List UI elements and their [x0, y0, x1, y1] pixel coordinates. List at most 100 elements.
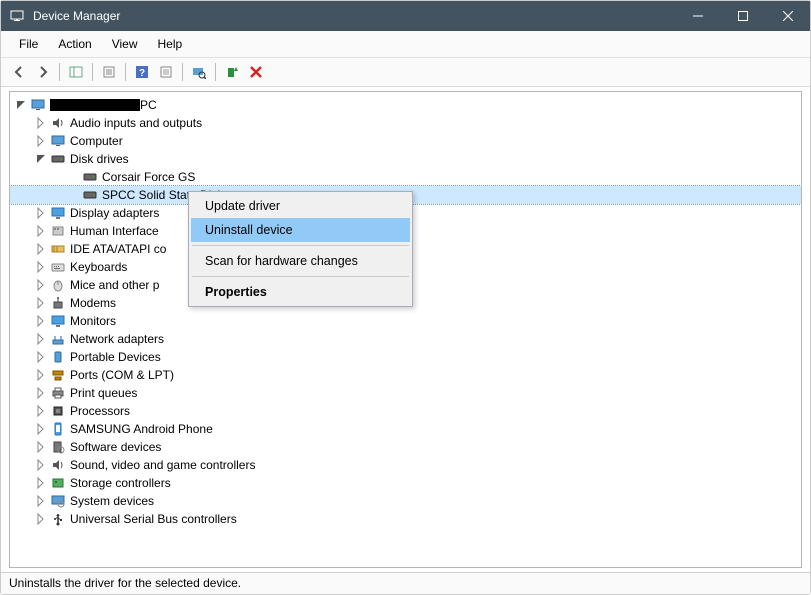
expander-icon[interactable]: [34, 386, 48, 400]
tree-category-label: System devices: [70, 494, 154, 508]
svg-text:?: ?: [139, 68, 145, 79]
context-menu-item[interactable]: Uninstall device: [191, 218, 410, 242]
context-menu-item[interactable]: Update driver: [191, 194, 410, 218]
disk-icon: [82, 187, 98, 203]
toolbar-separator: [125, 63, 126, 81]
display-icon: [50, 205, 66, 221]
expander-icon[interactable]: [34, 314, 48, 328]
disk-icon: [50, 151, 66, 167]
expander-icon[interactable]: [34, 332, 48, 346]
tree-category-phone[interactable]: SAMSUNG Android Phone: [10, 420, 801, 438]
toolbar-separator: [215, 63, 216, 81]
context-menu-item[interactable]: Properties: [191, 280, 410, 304]
context-menu-item[interactable]: Scan for hardware changes: [191, 249, 410, 273]
toolbar-separator: [59, 63, 60, 81]
help-icon: ?: [135, 65, 149, 79]
expander-icon[interactable]: [34, 152, 48, 166]
close-button[interactable]: [765, 1, 810, 31]
expander-icon[interactable]: [34, 512, 48, 526]
tree-device-label: Corsair Force GS: [102, 170, 195, 184]
tree-category-label: Keyboards: [70, 260, 127, 274]
ports-icon: [50, 367, 66, 383]
expander-icon[interactable]: [34, 422, 48, 436]
tree-category-label: Computer: [70, 134, 123, 148]
expander-icon[interactable]: [34, 296, 48, 310]
tree-category-printer[interactable]: Print queues: [10, 384, 801, 402]
tree-category-audio[interactable]: Audio inputs and outputs: [10, 114, 801, 132]
expander-icon[interactable]: [34, 404, 48, 418]
minimize-button[interactable]: [675, 1, 720, 31]
tree-device[interactable]: Corsair Force GS: [10, 168, 801, 186]
properties-icon: [102, 65, 116, 79]
tree-category-ports[interactable]: Ports (COM & LPT): [10, 366, 801, 384]
expander-icon[interactable]: [34, 134, 48, 148]
maximize-button[interactable]: [720, 1, 765, 31]
usb-icon: [50, 511, 66, 527]
options-button[interactable]: [154, 61, 178, 83]
tree-category-storage[interactable]: Storage controllers: [10, 474, 801, 492]
sound-icon: [50, 457, 66, 473]
properties-button[interactable]: [97, 61, 121, 83]
tree-category-label: Display adapters: [70, 206, 159, 220]
tree-category-label: Monitors: [70, 314, 116, 328]
tree-category-label: Mice and other p: [70, 278, 159, 292]
help-button[interactable]: ?: [130, 61, 154, 83]
enable-device-button[interactable]: [220, 61, 244, 83]
toolbar-separator: [92, 63, 93, 81]
menu-help[interactable]: Help: [148, 33, 193, 55]
computer-root-icon: [30, 97, 46, 113]
scan-hardware-button[interactable]: [187, 61, 211, 83]
tree-category-system[interactable]: System devices: [10, 492, 801, 510]
expander-icon[interactable]: [34, 206, 48, 220]
expander-icon[interactable]: [34, 458, 48, 472]
tree-category-software[interactable]: Software devices: [10, 438, 801, 456]
expander-icon[interactable]: [34, 350, 48, 364]
device-tree[interactable]: PCAudio inputs and outputs Computer Disk d…: [9, 91, 802, 568]
device-manager-app-icon: [9, 8, 25, 24]
back-button[interactable]: [7, 61, 31, 83]
expander-icon[interactable]: [34, 440, 48, 454]
expander-icon[interactable]: [34, 278, 48, 292]
expander-icon[interactable]: [34, 476, 48, 490]
expander-icon[interactable]: [34, 224, 48, 238]
titlebar: Device Manager: [1, 1, 810, 31]
forward-icon: [36, 65, 50, 79]
menu-action[interactable]: Action: [48, 33, 101, 55]
tree-category-monitor[interactable]: Monitors: [10, 312, 801, 330]
system-icon: [50, 493, 66, 509]
tree-category-processor[interactable]: Processors: [10, 402, 801, 420]
tree-category-label: Disk drives: [70, 152, 129, 166]
tree-category-usb[interactable]: Universal Serial Bus controllers: [10, 510, 801, 528]
context-menu-separator: [192, 245, 409, 246]
expander-icon[interactable]: [34, 116, 48, 130]
forward-button[interactable]: [31, 61, 55, 83]
expander-icon[interactable]: [34, 242, 48, 256]
tree-category-label: Processors: [70, 404, 130, 418]
redacted-hostname: [50, 99, 140, 111]
tree-root-node[interactable]: PC: [10, 96, 801, 114]
tree-category-label: Human Interface: [70, 224, 159, 238]
tree-category-portable[interactable]: Portable Devices: [10, 348, 801, 366]
menu-view[interactable]: View: [102, 33, 148, 55]
tree-category-sound[interactable]: Sound, video and game controllers: [10, 456, 801, 474]
expander-icon[interactable]: [34, 494, 48, 508]
expander-icon[interactable]: [14, 98, 28, 112]
enable-device-icon: [225, 65, 239, 79]
menu-file[interactable]: File: [9, 33, 48, 55]
tree-category-disk[interactable]: Disk drives: [10, 150, 801, 168]
toolbar-separator: [182, 63, 183, 81]
ide-icon: [50, 241, 66, 257]
tree-category-label: Software devices: [70, 440, 161, 454]
expander-none: [66, 170, 80, 184]
tree-category-network[interactable]: Network adapters: [10, 330, 801, 348]
tree-category-label: Sound, video and game controllers: [70, 458, 255, 472]
menubar: File Action View Help: [1, 31, 810, 58]
mouse-icon: [50, 277, 66, 293]
expander-icon[interactable]: [34, 368, 48, 382]
statusbar: Uninstalls the driver for the selected d…: [1, 572, 810, 594]
expander-icon[interactable]: [34, 260, 48, 274]
uninstall-device-button[interactable]: [244, 61, 268, 83]
show-hide-console-tree-button[interactable]: [64, 61, 88, 83]
tree-category-label: Ports (COM & LPT): [70, 368, 174, 382]
tree-category-computer[interactable]: Computer: [10, 132, 801, 150]
